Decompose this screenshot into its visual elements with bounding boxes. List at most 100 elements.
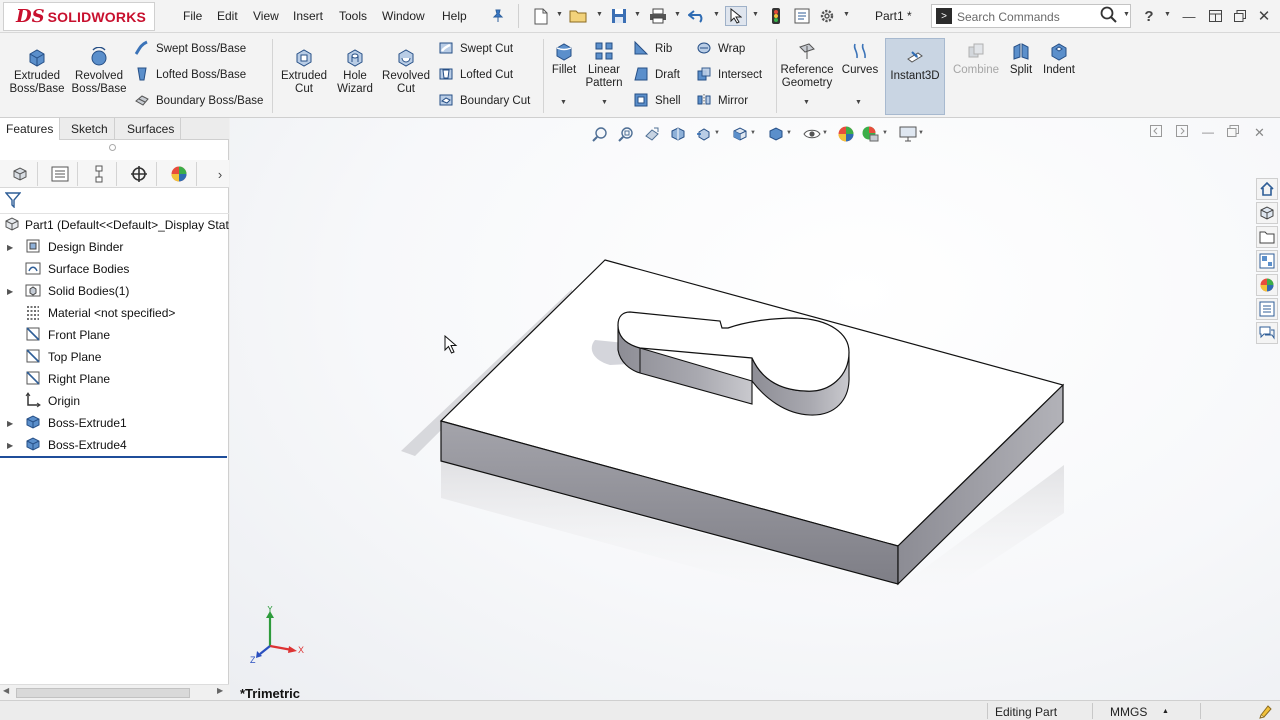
graphics-area[interactable]: ▼ ▼ ▼ ▼ ▼ ▼ — ✕ Y X Z *Trimetric xyxy=(230,118,1280,700)
expand-arrow-icon[interactable]: ▶ xyxy=(7,441,13,450)
linear-pattern-button[interactable]: Linear Pattern xyxy=(582,41,626,90)
file-properties-icon[interactable] xyxy=(791,6,813,26)
undo-icon[interactable] xyxy=(686,6,708,26)
chevron-down-icon[interactable]: ▼ xyxy=(634,11,641,18)
boundary-boss-button[interactable]: Boundary Boss/Base xyxy=(132,92,263,110)
menu-view[interactable]: View xyxy=(253,9,279,23)
tree-item-top-plane[interactable]: Top Plane xyxy=(0,346,229,368)
expand-arrow-icon[interactable]: ▶ xyxy=(7,287,13,296)
extruded-boss-button[interactable]: Extruded Boss/Base xyxy=(8,47,66,96)
file-explorer-folder-icon[interactable] xyxy=(1256,226,1278,248)
indent-button[interactable]: Indent xyxy=(1038,41,1080,77)
configuration-manager-tab-icon[interactable] xyxy=(81,162,117,186)
search-icon[interactable] xyxy=(1100,6,1118,29)
scroll-right-icon[interactable]: ▶ xyxy=(217,686,223,695)
tab-sketch[interactable]: Sketch xyxy=(65,118,115,140)
unit-system-selector[interactable]: MMGS xyxy=(1110,705,1147,719)
part-model[interactable] xyxy=(230,118,1280,700)
custom-properties-icon[interactable] xyxy=(1256,298,1278,320)
wrap-button[interactable]: Wrap xyxy=(694,40,745,58)
swept-boss-button[interactable]: Swept Boss/Base xyxy=(132,40,246,58)
shell-button[interactable]: Shell xyxy=(631,92,681,110)
rollback-bar[interactable] xyxy=(0,456,227,458)
property-manager-tab-icon[interactable] xyxy=(42,162,78,186)
menu-help[interactable]: Help xyxy=(442,9,467,23)
design-library-icon[interactable] xyxy=(1256,202,1278,224)
menu-edit[interactable]: Edit xyxy=(217,9,238,23)
revolved-boss-button[interactable]: Revolved Boss/Base xyxy=(70,46,128,96)
expand-arrow-icon[interactable]: ▶ xyxy=(7,419,13,428)
draft-button[interactable]: Draft xyxy=(631,66,680,84)
select-arrow-icon[interactable] xyxy=(725,6,747,26)
reference-geometry-button[interactable]: Reference Geometry xyxy=(778,41,836,90)
menu-tools[interactable]: Tools xyxy=(339,9,367,23)
hole-wizard-button[interactable]: Hole Wizard xyxy=(330,47,380,96)
chevron-down-icon[interactable]: ▼ xyxy=(803,99,810,106)
rib-button[interactable]: Rib xyxy=(631,40,672,58)
chevron-down-icon[interactable]: ▼ xyxy=(843,11,850,18)
tree-item-material-not-specified[interactable]: Material <not specified> xyxy=(0,302,229,324)
tree-root-part[interactable]: Part1 (Default<<Default>_Display Stat xyxy=(0,214,229,236)
chevron-down-icon[interactable]: ▼ xyxy=(560,99,567,106)
print-icon[interactable] xyxy=(647,6,669,26)
mirror-button[interactable]: Mirror xyxy=(694,92,748,110)
chevron-down-icon[interactable]: ▼ xyxy=(1164,11,1171,18)
tree-item-origin[interactable]: Origin xyxy=(0,390,229,412)
menu-file[interactable]: File xyxy=(183,9,202,23)
tree-filter-input[interactable] xyxy=(24,193,222,211)
chevron-down-icon[interactable]: ▼ xyxy=(674,11,681,18)
chevron-up-icon[interactable]: ▲ xyxy=(1162,708,1169,715)
tree-item-surface-bodies[interactable]: Surface Bodies xyxy=(0,258,229,280)
instant3d-button[interactable]: Instant3D xyxy=(885,38,945,115)
boundary-cut-button[interactable]: Boundary Cut xyxy=(436,92,530,110)
tab-features[interactable]: Features xyxy=(0,118,61,140)
tree-item-boss-extrude1[interactable]: ▶ Boss-Extrude1 xyxy=(0,412,229,434)
open-folder-icon[interactable] xyxy=(568,6,590,26)
lofted-boss-button[interactable]: Lofted Boss/Base xyxy=(132,66,246,84)
chevron-down-icon[interactable]: ▼ xyxy=(601,99,608,106)
revolved-cut-button[interactable]: Revolved Cut xyxy=(380,47,432,96)
tree-item-front-plane[interactable]: Front Plane xyxy=(0,324,229,346)
forum-chat-icon[interactable] xyxy=(1256,322,1278,344)
tree-item-right-plane[interactable]: Right Plane xyxy=(0,368,229,390)
panel-grip-handle[interactable] xyxy=(109,144,116,151)
search-commands-box[interactable]: > xyxy=(931,4,1131,28)
chevron-down-icon[interactable]: ▼ xyxy=(855,99,862,106)
scrollbar-thumb[interactable] xyxy=(16,688,190,698)
menu-insert[interactable]: Insert xyxy=(293,9,323,23)
minimize-window-icon[interactable]: — xyxy=(1178,6,1200,26)
tile-window-icon[interactable] xyxy=(1204,6,1226,26)
pin-icon[interactable] xyxy=(487,6,509,26)
extruded-cut-button[interactable]: Extruded Cut xyxy=(276,47,332,96)
menu-window[interactable]: Window xyxy=(382,9,425,23)
split-button[interactable]: Split xyxy=(1002,41,1040,77)
swept-cut-button[interactable]: Swept Cut xyxy=(436,40,513,58)
view-palette-icon[interactable] xyxy=(1256,250,1278,272)
feature-manager-tab-icon[interactable] xyxy=(2,162,38,186)
expand-arrow-icon[interactable]: ▶ xyxy=(7,243,13,252)
chevron-down-icon[interactable]: ▼ xyxy=(713,11,720,18)
rebuild-status-icon[interactable] xyxy=(1258,703,1274,720)
options-gear-icon[interactable] xyxy=(816,6,838,26)
search-input[interactable] xyxy=(957,8,1097,25)
chevron-down-icon[interactable]: ▼ xyxy=(596,11,603,18)
fillet-button[interactable]: Fillet xyxy=(546,41,582,77)
solidworks-resources-home-icon[interactable] xyxy=(1256,178,1278,200)
tree-item-boss-extrude4[interactable]: ▶ Boss-Extrude4 xyxy=(0,434,229,456)
dimxpert-manager-tab-icon[interactable] xyxy=(121,162,157,186)
appearances-scenes-icon[interactable] xyxy=(1256,274,1278,296)
restore-window-icon[interactable] xyxy=(1229,6,1251,26)
help-question-icon[interactable]: ? xyxy=(1138,6,1160,26)
chevron-down-icon[interactable]: ▼ xyxy=(556,11,563,18)
chevron-down-icon[interactable]: ▼ xyxy=(1123,11,1130,18)
tree-item-solid-bodies-1[interactable]: ▶ Solid Bodies(1) xyxy=(0,280,229,302)
combine-button[interactable]: Combine xyxy=(950,41,1002,77)
horizontal-scrollbar[interactable]: ◀ ▶ xyxy=(0,684,229,700)
tab-surfaces[interactable]: Surfaces xyxy=(121,118,182,140)
close-window-icon[interactable]: ✕ xyxy=(1253,6,1275,26)
display-manager-tab-icon[interactable] xyxy=(161,162,197,186)
scroll-left-icon[interactable]: ◀ xyxy=(3,686,9,695)
solidworks-logo[interactable]: DS SOLIDWORKS xyxy=(3,2,155,31)
curves-button[interactable]: Curves xyxy=(838,41,882,77)
new-document-icon[interactable] xyxy=(530,6,552,26)
